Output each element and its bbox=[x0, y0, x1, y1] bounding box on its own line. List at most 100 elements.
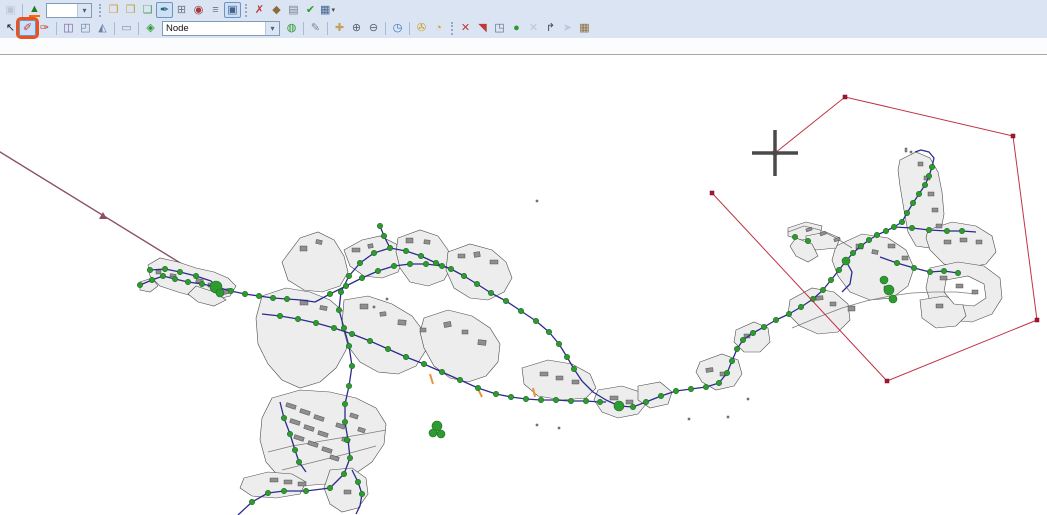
map-svg bbox=[0, 94, 1040, 515]
network-node bbox=[358, 490, 365, 497]
solve-button[interactable]: ● bbox=[508, 20, 525, 36]
network-edit-button[interactable]: ◈ bbox=[142, 20, 159, 36]
network-node bbox=[280, 414, 287, 421]
attributes-list-button[interactable]: ≡ bbox=[207, 2, 224, 18]
network-node bbox=[345, 382, 352, 389]
flag-tool-icon: ◥ bbox=[478, 21, 487, 34]
network-node bbox=[613, 400, 625, 412]
add-node-icon: ◍ bbox=[286, 21, 297, 34]
delete-vertex-button[interactable]: ✗ bbox=[251, 2, 268, 18]
building bbox=[975, 239, 983, 245]
create-features-button[interactable]: ▲ bbox=[26, 2, 43, 18]
toolbar-gap bbox=[0, 38, 1047, 54]
network-node bbox=[749, 329, 756, 336]
sketch-vertex[interactable] bbox=[884, 378, 890, 384]
measure-button[interactable]: ▭ bbox=[118, 20, 135, 36]
network-node bbox=[819, 286, 826, 293]
attribute-table-button[interactable]: ▦ ▾ bbox=[319, 2, 336, 18]
delete-vertex-icon: ✗ bbox=[254, 3, 265, 16]
schedule-button[interactable]: ▦ bbox=[576, 20, 593, 36]
select-path-button[interactable]: ↱ bbox=[542, 20, 559, 36]
time-view-button[interactable]: ◷ bbox=[389, 20, 406, 36]
network-node bbox=[432, 259, 439, 266]
network-node bbox=[456, 376, 463, 383]
toolbar-separator bbox=[303, 21, 304, 35]
network-node bbox=[348, 330, 355, 337]
trace-button[interactable]: ❒ bbox=[122, 2, 139, 18]
network-node bbox=[343, 436, 350, 443]
reshape-edge-tool-button[interactable]: ✐ bbox=[16, 17, 39, 39]
network-node bbox=[915, 191, 922, 198]
toolbar-separator bbox=[385, 21, 386, 35]
network-node bbox=[672, 387, 679, 394]
digitize-button[interactable]: ✎ bbox=[307, 20, 324, 36]
attributes-list-icon: ≡ bbox=[212, 3, 219, 16]
viewport-grid-button[interactable]: ◳ bbox=[491, 20, 508, 36]
node-type-combo[interactable]: Node ▾ bbox=[162, 20, 280, 36]
node-type-value: Node bbox=[166, 22, 189, 34]
building bbox=[815, 295, 824, 301]
label-scale-button[interactable]: ⊞ bbox=[173, 2, 190, 18]
network-node bbox=[849, 250, 856, 257]
cut-edge-tool-button[interactable]: ✑ bbox=[36, 20, 53, 36]
network-node bbox=[835, 266, 842, 273]
network-node bbox=[940, 267, 947, 274]
building bbox=[473, 251, 481, 258]
toolbar-separator bbox=[22, 3, 23, 17]
network-node bbox=[402, 353, 409, 360]
network-node bbox=[162, 265, 169, 272]
union-tool-button[interactable]: ◫ bbox=[60, 20, 77, 36]
print-button[interactable]: ▤ bbox=[285, 2, 302, 18]
zoom-in-button[interactable]: ⊕ bbox=[348, 20, 365, 36]
chevron-down-icon[interactable]: ▾ bbox=[77, 3, 91, 17]
network-node bbox=[417, 253, 424, 260]
network-node bbox=[420, 360, 427, 367]
sketch-vertex[interactable] bbox=[842, 94, 848, 100]
network-node bbox=[857, 243, 864, 250]
split-tool-button[interactable]: ◭ bbox=[94, 20, 111, 36]
print-icon: ▤ bbox=[288, 3, 299, 16]
network-node bbox=[888, 294, 898, 304]
map-canvas[interactable] bbox=[0, 55, 1047, 515]
pan-button[interactable]: ✚ bbox=[331, 20, 348, 36]
building bbox=[625, 399, 634, 405]
flag-tool-button[interactable]: ◥ bbox=[474, 20, 491, 36]
network-node bbox=[563, 353, 570, 360]
buffer-tool-button[interactable]: ◰ bbox=[77, 20, 94, 36]
add-node-button[interactable]: ◍ bbox=[283, 20, 300, 36]
network-node bbox=[797, 303, 804, 310]
inspect-button[interactable]: ◉ bbox=[190, 2, 207, 18]
building bbox=[419, 327, 427, 333]
building bbox=[535, 423, 539, 427]
parcel bbox=[419, 309, 501, 383]
network-node bbox=[642, 398, 649, 405]
keys-icon: ✇ bbox=[416, 21, 427, 34]
zoom-out-button[interactable]: ⊖ bbox=[365, 20, 382, 36]
edit-pointer-button[interactable]: ↖ bbox=[2, 20, 19, 36]
sketch-vertex[interactable] bbox=[709, 190, 715, 196]
key-history-button[interactable]: ◔ bbox=[430, 20, 447, 36]
replace-sketch-button[interactable]: ❑ bbox=[139, 2, 156, 18]
network-node bbox=[723, 369, 730, 376]
sketch-vertex[interactable] bbox=[1034, 317, 1040, 323]
network-node bbox=[384, 345, 391, 352]
construct-button[interactable]: ◆ bbox=[268, 2, 285, 18]
network-node bbox=[925, 227, 932, 234]
building bbox=[297, 481, 307, 487]
feature-template-combo[interactable]: ▾ bbox=[46, 2, 92, 18]
chevron-down-icon: ▾ bbox=[331, 6, 335, 14]
network-node bbox=[436, 429, 446, 439]
sketch-properties-button[interactable]: ▣ bbox=[224, 2, 241, 18]
validate-button[interactable]: ✔ bbox=[302, 2, 319, 18]
standard-toolbar: ▣ ▲ ▾ ❐ ❒ ❑ ✒ ⊞ ◉ ≡ ▣ ✗ ◆ ▤ ✔ ▦ ▾ bbox=[2, 1, 1047, 19]
network-node bbox=[340, 324, 347, 331]
chevron-down-icon[interactable]: ▾ bbox=[265, 21, 279, 35]
network-node bbox=[249, 498, 256, 505]
disconnect-network-button[interactable]: ✕ bbox=[457, 20, 474, 36]
sketch-vertex[interactable] bbox=[1010, 133, 1016, 139]
snapping-button[interactable]: ❐ bbox=[105, 2, 122, 18]
snapping-icon: ❐ bbox=[108, 3, 119, 16]
sketch-tool-button[interactable]: ✒ bbox=[156, 2, 173, 18]
application-window: ▣ ▲ ▾ ❐ ❒ ❑ ✒ ⊞ ◉ ≡ ▣ ✗ ◆ ▤ ✔ ▦ ▾ ↖ ✐ ✑ ◫ ◰ ◭ ▭ ◈ Node ▾ ◍ ✎ ✚ ⊕ ⊖ ◷ ✇ ◔ ✕… bbox=[0, 0, 1047, 515]
keys-button[interactable]: ✇ bbox=[413, 20, 430, 36]
